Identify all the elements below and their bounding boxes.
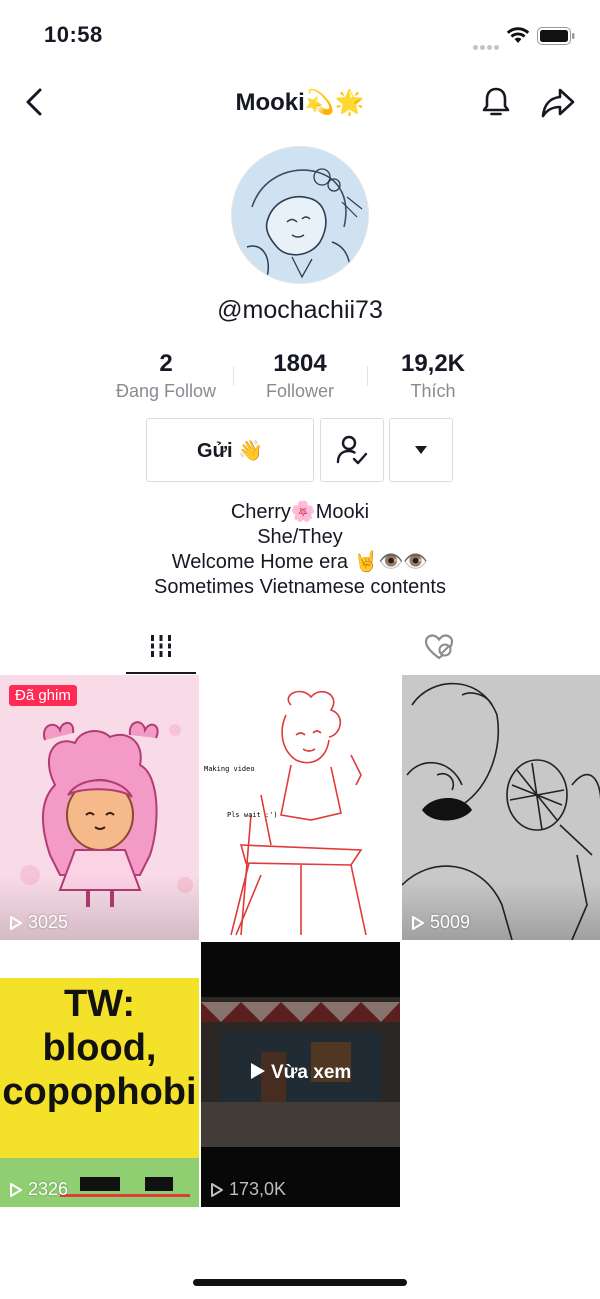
overlay-text: Pls wait :')	[227, 811, 278, 819]
signal-icon	[473, 37, 501, 55]
profile-header: Mooki💫🌟	[0, 70, 600, 134]
play-outline-icon	[412, 915, 424, 930]
overlay-text-block: TW: blood, copophobi	[2, 983, 197, 1113]
avatar[interactable]	[231, 146, 369, 284]
share-icon[interactable]	[540, 86, 576, 120]
hidden-heart-icon	[424, 634, 454, 660]
video-thumbnail[interactable]: Đã ghim 3025	[0, 675, 199, 940]
battery-icon	[537, 27, 575, 45]
view-count: 3025	[9, 912, 68, 933]
video-cover	[201, 675, 400, 940]
more-options-button[interactable]	[389, 418, 453, 482]
followers-stat[interactable]: 1804 Follower	[225, 350, 375, 402]
following-button[interactable]	[320, 418, 384, 482]
view-count: 173,0K	[210, 1179, 286, 1200]
pinned-badge: Đã ghim	[9, 685, 77, 706]
video-thumbnail[interactable]: 5009	[402, 675, 600, 940]
likes-stat[interactable]: 19,2K Thích	[358, 350, 508, 402]
play-outline-icon	[10, 915, 22, 930]
bio-line: Welcome Home era 🤘👁️👁️	[171, 551, 429, 573]
profile-tabs	[0, 620, 600, 674]
bio-line: She/They	[257, 526, 343, 548]
bio-line: Sometimes Vietnamese contents	[153, 576, 446, 598]
likes-count: 19,2K	[400, 350, 466, 377]
followers-label: Follower	[265, 381, 335, 401]
followers-count: 1804	[273, 350, 327, 377]
bell-icon[interactable]	[478, 84, 514, 120]
likes-label: Thích	[410, 381, 456, 401]
status-time: 10:58	[44, 22, 103, 47]
profile-stats: 2 Đang Follow 1804 Follower 19,2K Thích	[0, 350, 600, 406]
video-thumbnail[interactable]: Making video Pls wait :')	[201, 675, 400, 940]
overlay-text: Making video	[204, 765, 255, 773]
following-count: 2	[159, 350, 173, 377]
caret-down-icon	[415, 446, 427, 454]
home-indicator[interactable]	[193, 1279, 407, 1286]
tab-liked-videos[interactable]	[404, 620, 474, 674]
play-outline-icon	[10, 1182, 22, 1197]
video-cover	[0, 675, 199, 940]
video-thumbnail[interactable]: Vừa xem 173,0K	[201, 942, 400, 1207]
send-message-button[interactable]: Gửi 👋	[146, 418, 314, 482]
bio-line: Cherry🌸Mooki	[230, 501, 370, 523]
username-handle: @mochachii73	[217, 296, 383, 324]
status-bar: 10:58	[0, 0, 600, 70]
view-count: 5009	[411, 912, 470, 933]
tab-videos[interactable]	[126, 620, 196, 674]
following-label: Đang Follow	[115, 381, 217, 401]
following-stat[interactable]: 2 Đang Follow	[91, 350, 241, 402]
profile-bio: Cherry🌸Mooki She/They Welcome Home era 🤘…	[0, 500, 600, 600]
grid-icon	[151, 635, 171, 657]
play-outline-icon	[211, 1182, 223, 1197]
recently-watched-label: Vừa xem	[201, 1062, 400, 1084]
user-check-icon	[336, 435, 368, 465]
wifi-icon	[506, 27, 530, 43]
video-thumbnail[interactable]: TW: blood, copophobi 2326	[0, 942, 199, 1207]
view-count: 2326	[9, 1179, 68, 1200]
play-icon	[250, 1063, 265, 1079]
video-cover	[402, 675, 600, 940]
